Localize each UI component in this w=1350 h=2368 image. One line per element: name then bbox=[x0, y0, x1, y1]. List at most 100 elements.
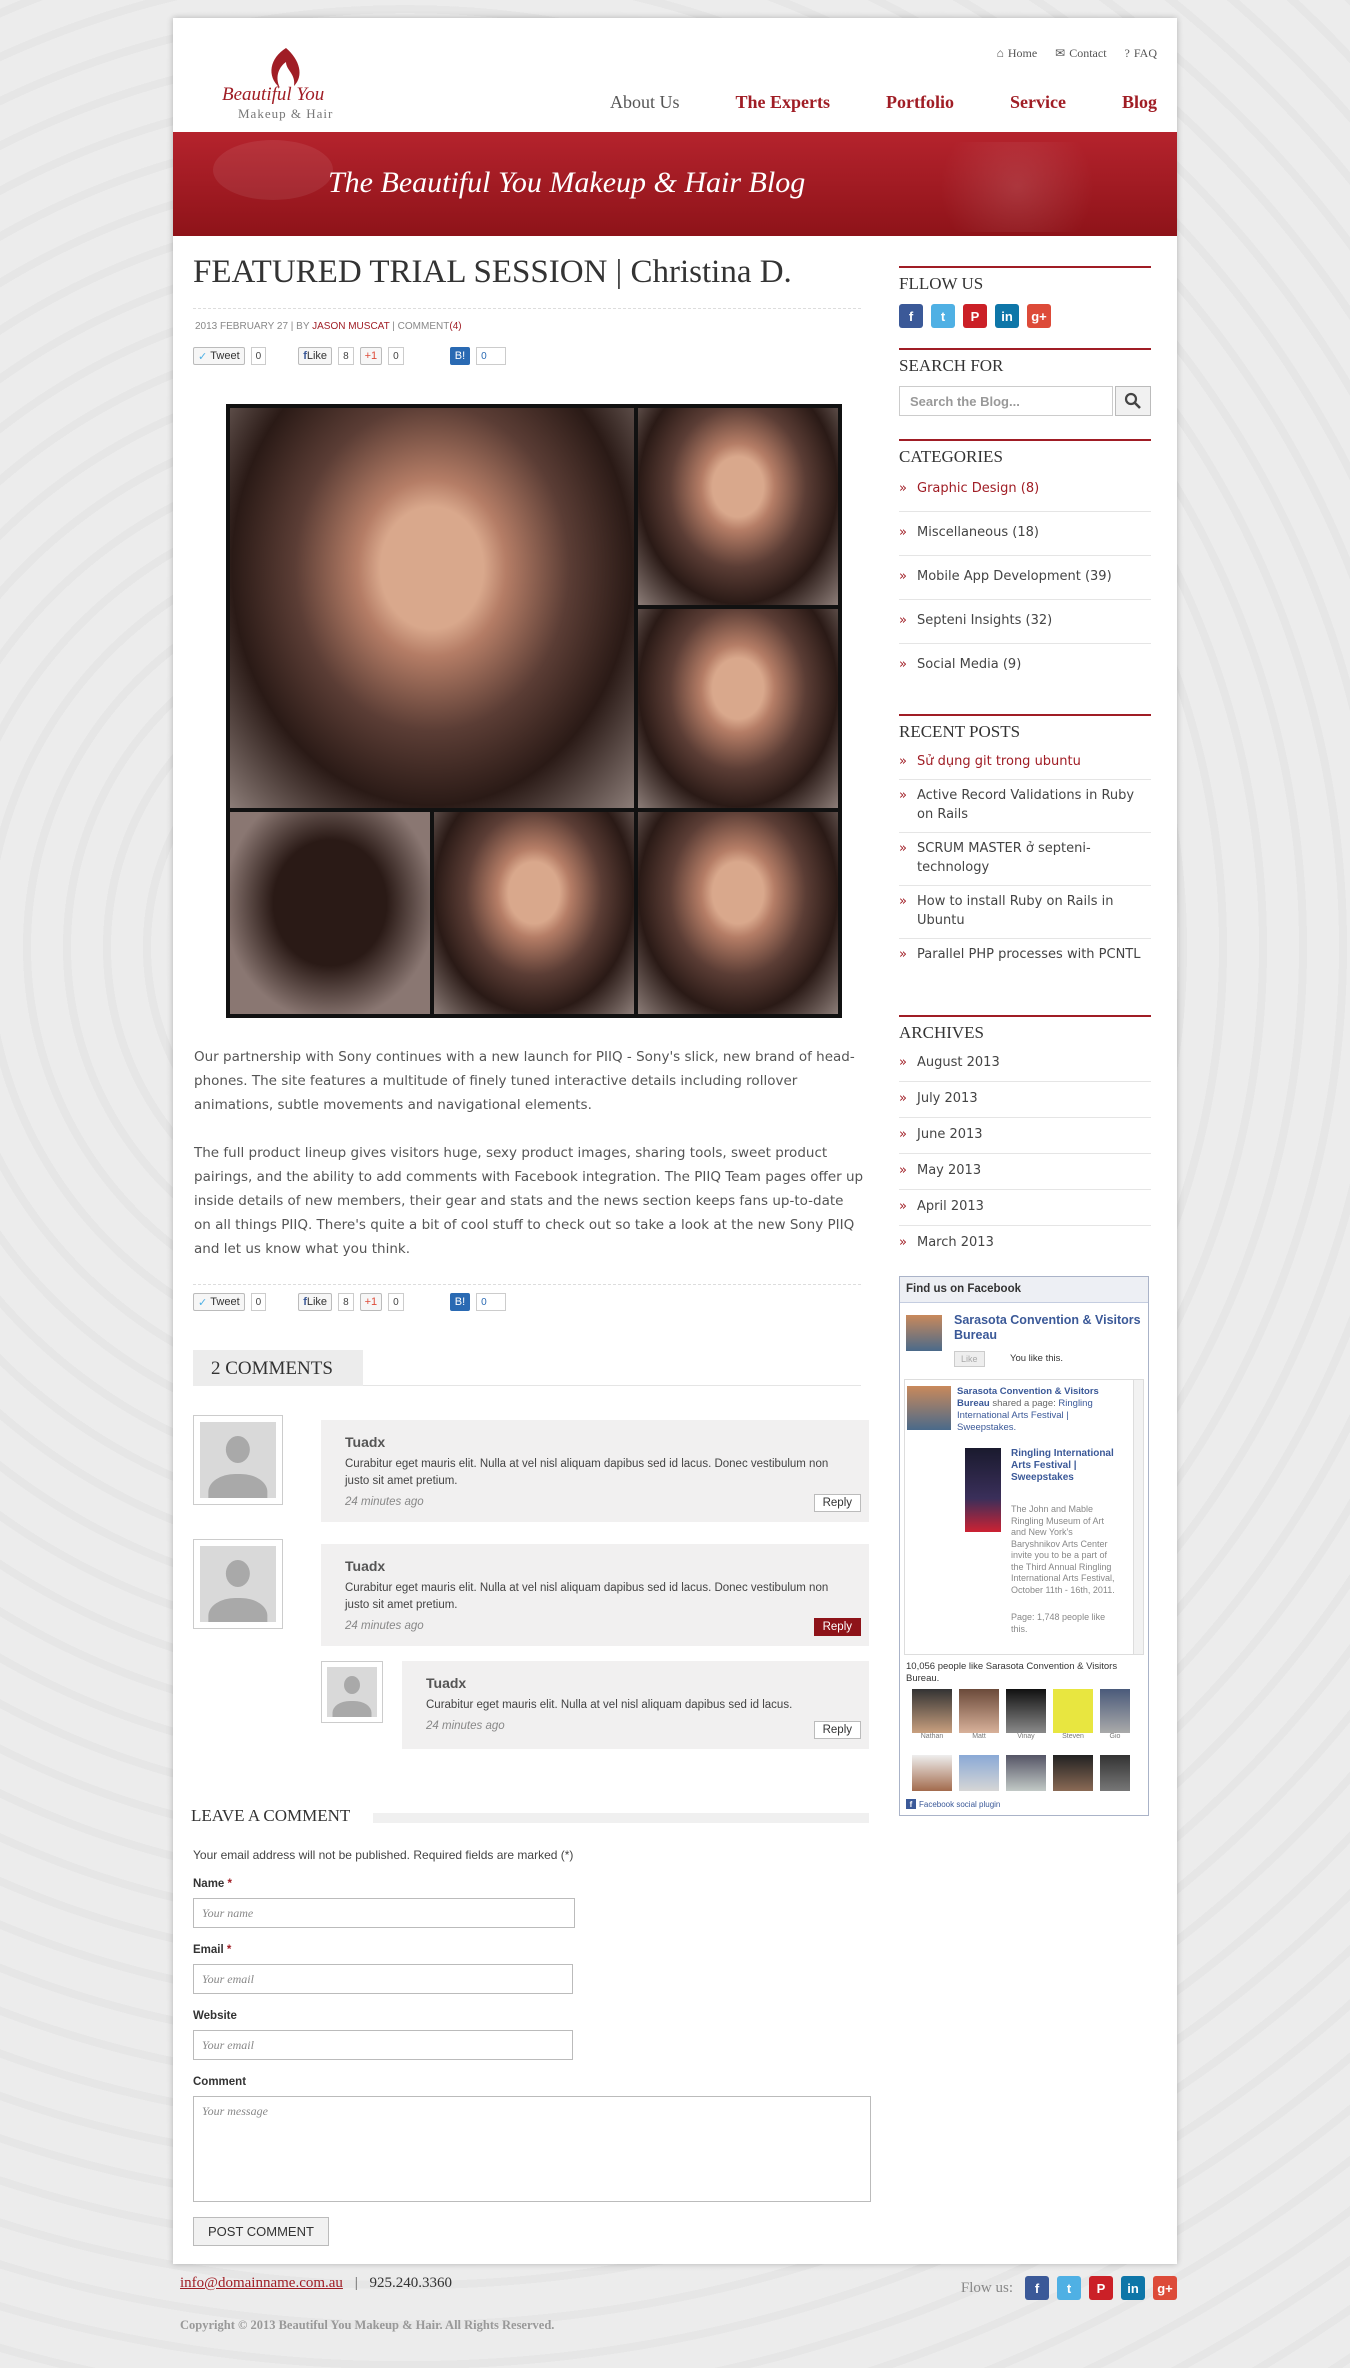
category-item[interactable]: Miscellaneous (18) bbox=[899, 512, 1151, 556]
fb-plugin-credit[interactable]: f Facebook social plugin bbox=[906, 1799, 1000, 1809]
nav-service[interactable]: Service bbox=[1010, 92, 1066, 113]
pinterest-icon[interactable]: P bbox=[963, 304, 987, 328]
search-input[interactable]: Search the Blog... bbox=[899, 386, 1114, 416]
fb-face[interactable] bbox=[1053, 1689, 1093, 1733]
fb-page-avatar[interactable] bbox=[906, 1315, 942, 1351]
comment-textarea[interactable]: Your message bbox=[193, 2096, 871, 2202]
pinterest-icon[interactable]: P bbox=[1089, 2276, 1113, 2300]
b-share-button[interactable]: B! bbox=[449, 347, 471, 365]
category-item[interactable]: Social Media (9) bbox=[899, 644, 1151, 687]
fb-like-disabled-button[interactable]: Like bbox=[954, 1351, 985, 1367]
form-title-bar bbox=[373, 1813, 869, 1823]
photo-hair-back[interactable] bbox=[230, 812, 430, 1014]
author-link[interactable]: JASON MUSCAT bbox=[312, 321, 389, 332]
facebook-f-icon: f bbox=[906, 1799, 916, 1809]
top-link-faq[interactable]: ? FAQ bbox=[1125, 46, 1157, 61]
footer-phone: 925.240.3360 bbox=[369, 2275, 452, 2291]
fb-page-name[interactable]: Sarasota Convention & Visitors Bureau bbox=[954, 1313, 1144, 1343]
recent-post-item[interactable]: SCRUM MASTER ở septeni-technology bbox=[899, 833, 1151, 886]
archive-item[interactable]: April 2013 bbox=[899, 1190, 1151, 1226]
googleplus-icon[interactable]: g+ bbox=[1153, 2276, 1177, 2300]
reply-button[interactable]: Reply bbox=[813, 1721, 861, 1739]
b-share-button-bottom[interactable]: B! bbox=[449, 1293, 471, 1311]
comment-text: Curabitur eget mauris elit. Nulla at vel… bbox=[426, 1699, 793, 1711]
googleplus-icon[interactable]: g+ bbox=[1027, 304, 1051, 328]
email-input[interactable]: Your email bbox=[193, 1964, 573, 1994]
fb-face[interactable] bbox=[959, 1755, 999, 1791]
name-input[interactable]: Your name bbox=[193, 1898, 575, 1928]
fb-face[interactable] bbox=[1100, 1755, 1130, 1791]
archive-item[interactable]: March 2013 bbox=[899, 1226, 1151, 1261]
archive-item[interactable]: June 2013 bbox=[899, 1118, 1151, 1154]
fb-feed-avatar bbox=[907, 1386, 951, 1430]
tweet-button-bottom[interactable]: ✓ Tweet bbox=[193, 1293, 245, 1311]
nav-blog[interactable]: Blog bbox=[1122, 92, 1157, 113]
recent-post-item[interactable]: Active Record Validations in Ruby on Rai… bbox=[899, 780, 1151, 833]
linkedin-icon[interactable]: in bbox=[1121, 2276, 1145, 2300]
nav-about-us[interactable]: About Us bbox=[610, 92, 680, 113]
website-label: Website bbox=[193, 2010, 237, 2022]
fb-face[interactable] bbox=[959, 1689, 999, 1733]
facebook-icon[interactable]: f bbox=[1025, 2276, 1049, 2300]
leave-comment-title: LEAVE A COMMENT bbox=[191, 1806, 359, 1826]
fb-like-button[interactable]: f Like bbox=[298, 347, 333, 365]
page-container: Beautiful You Makeup & Hair ⌂ Home ✉ Conta… bbox=[173, 18, 1177, 2264]
home-icon: ⌂ bbox=[996, 46, 1004, 60]
footer-email[interactable]: info@domainname.com.au bbox=[180, 2275, 343, 2291]
recent-post-item[interactable]: Parallel PHP processes with PCNTL bbox=[899, 939, 1151, 970]
fb-face[interactable] bbox=[1100, 1689, 1130, 1733]
photo-shoulder[interactable] bbox=[434, 812, 634, 1014]
category-item[interactable]: Graphic Design (8) bbox=[899, 479, 1151, 512]
fb-face[interactable] bbox=[1006, 1755, 1046, 1791]
fb-like-button-bottom[interactable]: f Like bbox=[298, 1293, 333, 1311]
photo-main-portrait[interactable] bbox=[230, 408, 634, 808]
comment-1: Tuadx Curabitur eget mauris elit. Nulla … bbox=[321, 1420, 869, 1522]
sidebar-categories: CATEGORIES Graphic Design (8) Miscellane… bbox=[899, 439, 1151, 687]
question-icon: ? bbox=[1124, 46, 1130, 60]
facebook-icon[interactable]: f bbox=[899, 304, 923, 328]
comment-text: Curabitur eget mauris elit. Nulla at vel… bbox=[345, 1582, 829, 1611]
twitter-icon[interactable]: t bbox=[931, 304, 955, 328]
comment-count-link[interactable]: (4) bbox=[449, 321, 461, 332]
footer-social: Flow us: f t P in g+ bbox=[961, 2276, 1177, 2300]
facebook-likebox: Find us on Facebook Sarasota Convention … bbox=[899, 1276, 1149, 1816]
post-comment-button[interactable]: POST COMMENT bbox=[193, 2217, 329, 2246]
reply-button-active[interactable]: Reply bbox=[813, 1618, 861, 1636]
recent-post-item[interactable]: Sử dụng git trong ubuntu bbox=[899, 752, 1151, 780]
reply-button[interactable]: Reply bbox=[813, 1494, 861, 1512]
top-link-contact[interactable]: ✉ Contact bbox=[1055, 46, 1106, 61]
tweet-button[interactable]: ✓ Tweet bbox=[193, 347, 245, 365]
search-button[interactable] bbox=[1115, 386, 1151, 416]
photo-eyes-closed[interactable] bbox=[638, 408, 838, 605]
top-link-home[interactable]: ⌂ Home bbox=[997, 46, 1038, 61]
fb-face[interactable] bbox=[1053, 1755, 1093, 1791]
recent-post-item[interactable]: How to install Ruby on Rails in Ubuntu bbox=[899, 886, 1151, 939]
gplus-button[interactable]: +1 bbox=[359, 347, 383, 365]
gplus-button-bottom[interactable]: +1 bbox=[359, 1293, 383, 1311]
linkedin-icon[interactable]: in bbox=[995, 304, 1019, 328]
site-logo[interactable]: Beautiful You Makeup & Hair bbox=[188, 30, 363, 140]
fb-shared-title[interactable]: Ringling International Arts Festival | S… bbox=[1011, 1448, 1121, 1484]
fb-face[interactable] bbox=[1006, 1689, 1046, 1733]
nav-portfolio[interactable]: Portfolio bbox=[886, 92, 954, 113]
gplus-count: 0 bbox=[388, 347, 404, 365]
archive-item[interactable]: August 2013 bbox=[899, 1053, 1151, 1082]
blog-banner: The Beautiful You Makeup & Hair Blog bbox=[173, 132, 1177, 236]
search-icon bbox=[1124, 392, 1141, 409]
twitter-icon[interactable]: t bbox=[1057, 2276, 1081, 2300]
archive-item[interactable]: July 2013 bbox=[899, 1082, 1151, 1118]
nav-the-experts[interactable]: The Experts bbox=[736, 92, 831, 113]
comment-reply: Tuadx Curabitur eget mauris elit. Nulla … bbox=[402, 1661, 869, 1749]
fb-face[interactable] bbox=[912, 1755, 952, 1791]
photo-smile[interactable] bbox=[638, 812, 838, 1014]
fb-feed-scrollbar[interactable] bbox=[1133, 1380, 1143, 1654]
fb-feed[interactable]: Sarasota Convention & Visitors Bureau sh… bbox=[904, 1379, 1144, 1655]
category-item[interactable]: Mobile App Development (39) bbox=[899, 556, 1151, 600]
archive-item[interactable]: May 2013 bbox=[899, 1154, 1151, 1190]
fb-face[interactable] bbox=[912, 1689, 952, 1733]
photo-side-look[interactable] bbox=[638, 609, 838, 808]
category-item[interactable]: Septeni Insights (32) bbox=[899, 600, 1151, 644]
featured-photo-collage[interactable] bbox=[226, 404, 842, 1018]
website-input[interactable]: Your email bbox=[193, 2030, 573, 2060]
form-note: Your email address will not be published… bbox=[193, 1848, 574, 1862]
